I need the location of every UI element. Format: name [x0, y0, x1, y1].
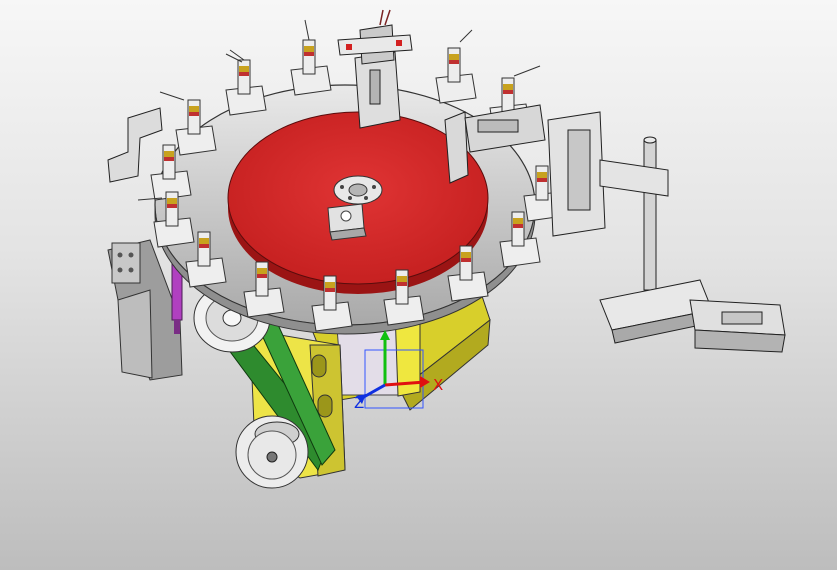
cad-viewport[interactable]: X Z	[0, 0, 837, 570]
x-axis-label: X	[433, 376, 443, 394]
station-2	[290, 19, 332, 96]
station-1	[225, 49, 267, 116]
z-axis-label: Z	[354, 394, 364, 412]
left-l-bracket	[107, 107, 163, 183]
station-3	[435, 29, 477, 104]
lower-pulley	[235, 415, 309, 489]
right-stand	[599, 136, 786, 353]
assembly-model[interactable]: X Z	[0, 0, 837, 570]
